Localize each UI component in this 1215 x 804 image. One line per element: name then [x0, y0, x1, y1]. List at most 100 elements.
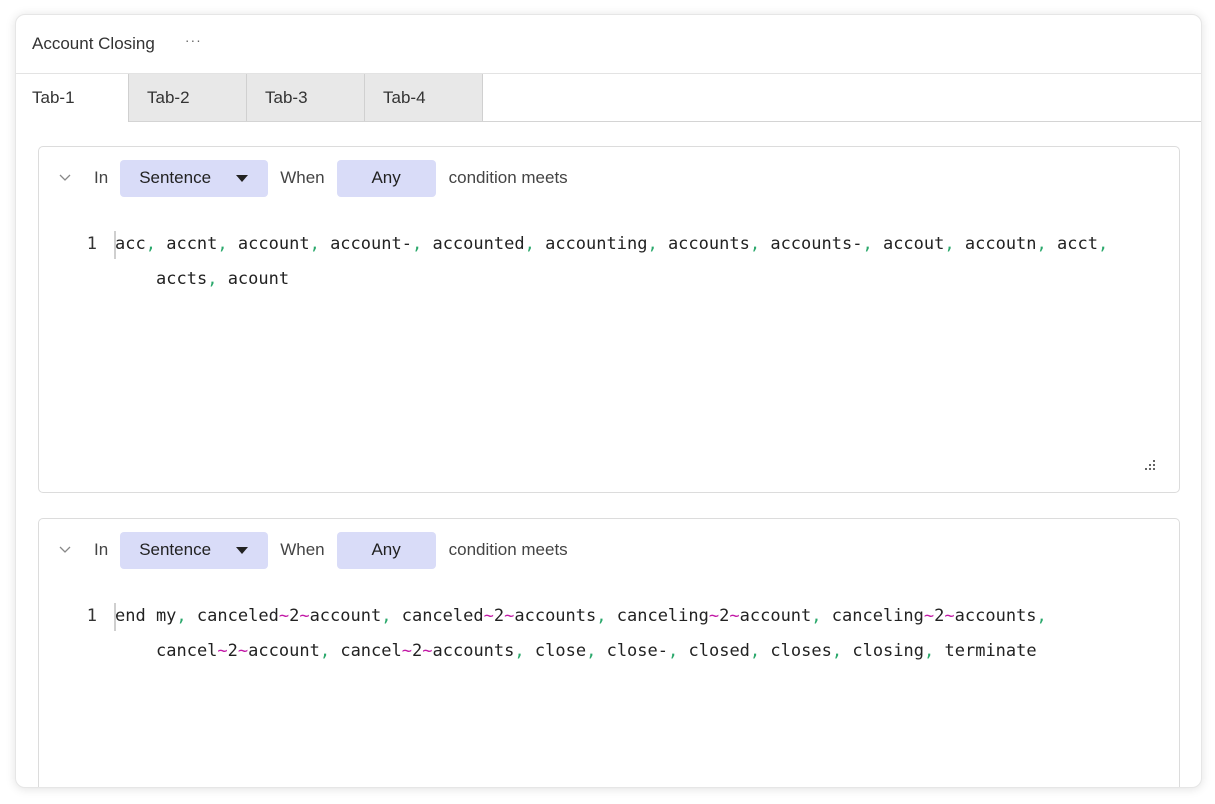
keyword-term: close — [535, 641, 586, 661]
keyword-text: accnt — [166, 234, 218, 254]
proximity-operator: ~ — [401, 641, 412, 661]
keyword-text: account- — [330, 234, 412, 254]
keyword-text: end my — [115, 606, 177, 626]
match-any-button[interactable]: Any — [336, 159, 436, 197]
in-label: In — [94, 540, 109, 559]
proximity-operator: ~ — [708, 606, 720, 626]
keyword-term: canceling~2~account — [617, 606, 812, 626]
keyword-text: canceled — [196, 606, 279, 626]
keyword-text: acc — [115, 234, 146, 254]
tab-label: Tab-2 — [147, 87, 190, 107]
keyword-term: accoutn — [965, 234, 1037, 254]
keyword-term: accounts- — [770, 234, 862, 254]
keyword-separator: , — [862, 234, 873, 254]
keyword-separator: , — [411, 234, 423, 254]
keyword-text: account — [739, 606, 812, 626]
keyword-term: canceling~2~accounts — [832, 606, 1037, 626]
tab-2[interactable]: Tab-2 — [129, 74, 247, 121]
keyword-text: account — [237, 234, 310, 254]
when-label: When — [280, 168, 325, 187]
keyword-text: close- — [606, 641, 668, 661]
scope-select-value: Sentence — [139, 168, 212, 187]
tab-label: Tab-3 — [265, 87, 308, 107]
keyword-separator: , — [217, 234, 228, 254]
proximity-operator: ~ — [923, 606, 935, 626]
keyword-term: close- — [607, 641, 668, 661]
tab-4[interactable]: Tab-4 — [365, 74, 483, 121]
tab-label: Tab-1 — [32, 88, 75, 107]
keyword-text: accounts- — [770, 234, 863, 254]
keyword-term: accout — [883, 234, 944, 254]
keyword-term: closed — [689, 641, 750, 661]
match-any-label: Any — [371, 540, 401, 559]
keyword-term: acct — [1057, 234, 1098, 254]
keyword-term: accounted — [432, 234, 524, 254]
keyword-separator: , — [524, 234, 535, 254]
keyword-separator: , — [1036, 606, 1047, 626]
tab-1[interactable]: Tab-1 — [16, 74, 129, 122]
keyword-term: accnt — [166, 234, 217, 254]
keyword-text: closes — [770, 641, 832, 661]
match-any-button[interactable]: Any — [336, 531, 436, 569]
keyword-separator: , — [319, 641, 331, 661]
keyword-term: end my — [115, 606, 176, 626]
keyword-separator: , — [1036, 234, 1047, 254]
keyword-term: cancel~2~accounts — [340, 641, 514, 661]
keyword-separator: , — [1097, 234, 1109, 254]
keyword-text: accoutn — [964, 234, 1037, 254]
keyword-text: closing — [852, 641, 924, 661]
keyword-separator: , — [647, 234, 658, 254]
chevron-down-icon[interactable] — [59, 172, 71, 184]
line-number: 1 — [86, 234, 97, 254]
scope-select-value: Sentence — [139, 540, 212, 559]
keyword-text: canceling — [831, 606, 924, 626]
keyword-text: accounts — [667, 234, 750, 254]
keyword-list[interactable]: acc, accnt, account, account-, accounted… — [115, 227, 1139, 297]
proximity-operator: ~ — [729, 606, 740, 626]
keyword-term: acount — [228, 269, 289, 289]
tab-bar: Tab-1 Tab-2 Tab-3 Tab-4 — [16, 74, 1201, 122]
keyword-text: acct — [1057, 234, 1098, 254]
keyword-text: 2 — [934, 606, 945, 626]
scope-select[interactable]: Sentence — [120, 159, 269, 197]
tab-3[interactable]: Tab-3 — [247, 74, 365, 121]
keyword-text: canceling — [616, 606, 709, 626]
resize-handle-icon[interactable] — [1143, 460, 1157, 472]
scope-select[interactable]: Sentence — [120, 531, 269, 569]
keyword-line-1: end my, canceled~2~account, canceled~2~a… — [115, 606, 1047, 626]
condition-label: condition meets — [448, 168, 568, 187]
keyword-line-2: accts, acount — [115, 262, 1139, 297]
proximity-operator: ~ — [278, 606, 290, 626]
keyword-text: accounts — [432, 641, 515, 661]
keyword-separator: , — [176, 606, 187, 626]
proximity-operator: ~ — [422, 641, 433, 661]
keyword-text: cancel — [156, 641, 218, 661]
keyword-text: accout — [882, 234, 945, 254]
keyword-separator: , — [749, 641, 761, 661]
in-label: In — [94, 168, 109, 187]
keyword-text: 2 — [412, 641, 423, 661]
keyword-separator: , — [668, 641, 679, 661]
keyword-separator: , — [749, 234, 761, 254]
keyword-separator: , — [596, 606, 607, 626]
keyword-text: 2 — [227, 641, 238, 661]
proximity-operator: ~ — [299, 606, 310, 626]
keyword-text: account — [248, 641, 320, 661]
keyword-term: cancel~2~account — [156, 641, 320, 661]
rule-card: In Sentence When Any condition meets 1 a… — [38, 146, 1180, 493]
keyword-term: accts — [156, 269, 207, 289]
keyword-separator: , — [944, 234, 955, 254]
keyword-text: accounts — [954, 606, 1037, 626]
keyword-line-1: acc, accnt, account, account-, accounted… — [115, 234, 1108, 254]
more-options-icon[interactable]: ··· — [185, 32, 202, 48]
keyword-separator: , — [586, 641, 597, 661]
keyword-separator: , — [831, 641, 843, 661]
line-number: 1 — [86, 606, 97, 626]
panel-header: Account Closing ··· — [16, 15, 1201, 74]
caret-down-icon — [236, 174, 249, 182]
keyword-term: closing — [852, 641, 924, 661]
chevron-down-icon[interactable] — [59, 544, 71, 556]
keyword-term: accounts — [668, 234, 750, 254]
keyword-list[interactable]: end my, canceled~2~account, canceled~2~a… — [115, 599, 1139, 669]
proximity-operator: ~ — [504, 606, 515, 626]
